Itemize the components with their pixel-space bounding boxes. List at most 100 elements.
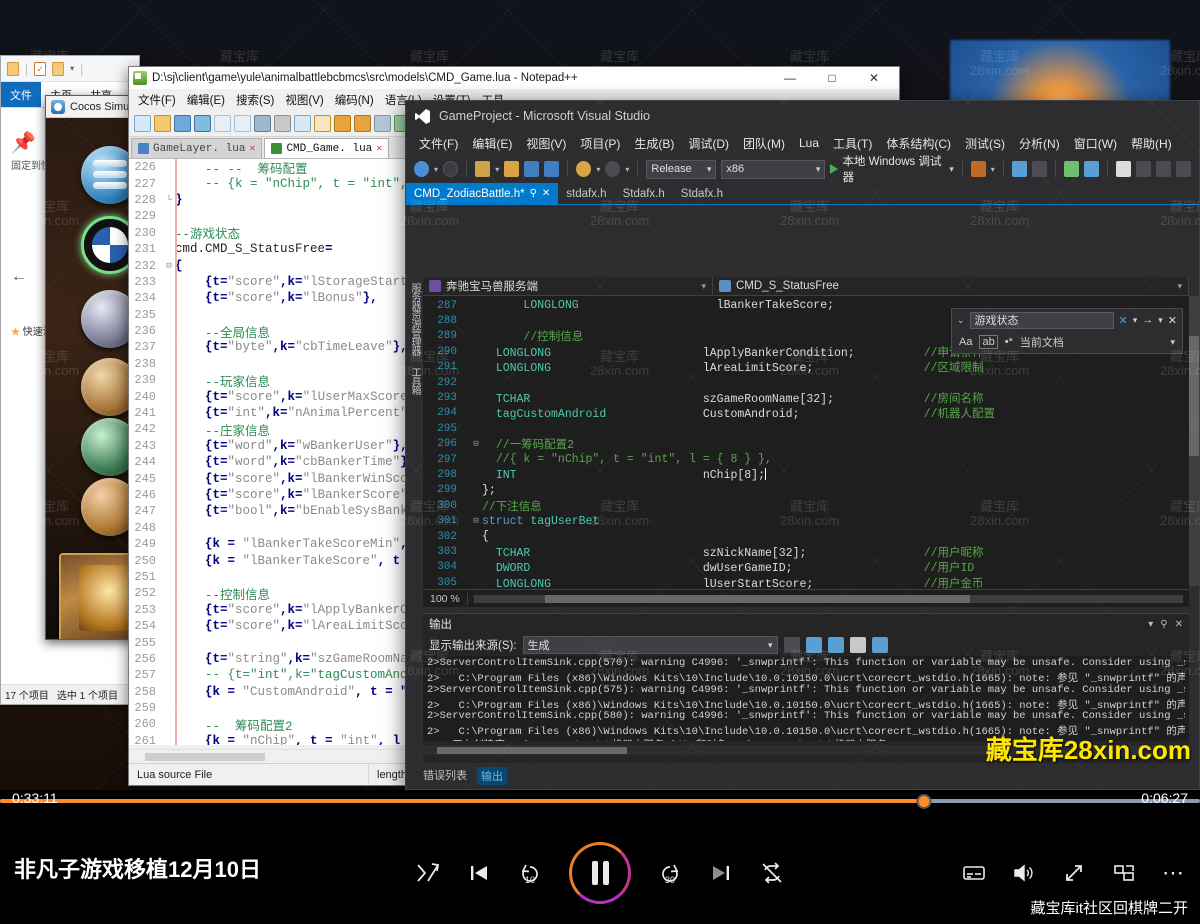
save-all-icon[interactable] bbox=[544, 161, 560, 177]
fullscreen-icon[interactable] bbox=[1062, 861, 1086, 885]
chevron-down-icon[interactable]: ▾ bbox=[1158, 315, 1163, 326]
code-line[interactable]: 299}; bbox=[423, 483, 1189, 498]
fold-marker[interactable]: ⊟ bbox=[163, 261, 175, 271]
clear-output-icon[interactable] bbox=[849, 637, 866, 653]
code-line[interactable]: 302 { bbox=[423, 529, 1189, 544]
step-into-icon[interactable] bbox=[1011, 161, 1027, 177]
comment-icon[interactable] bbox=[1083, 161, 1099, 177]
find-next-icon[interactable]: → bbox=[1142, 314, 1153, 326]
server-explorer-tab[interactable]: 服务器资源管理器 bbox=[406, 277, 422, 361]
chevron-down-icon[interactable]: ▾ bbox=[434, 165, 438, 174]
close-find-icon[interactable]: ✕ bbox=[1168, 314, 1177, 327]
toggle-word-wrap-icon[interactable] bbox=[871, 637, 888, 653]
new-file-icon[interactable] bbox=[134, 115, 151, 132]
notepadpp-title-bar[interactable]: D:\sj\client\game\yule\animalbattlebcbmc… bbox=[129, 67, 899, 89]
find-input[interactable]: 游戏状态 bbox=[969, 311, 1114, 329]
code-line[interactable]: 297 //{ k = "nChip", t = "int", l = { 8 … bbox=[423, 452, 1189, 467]
subtitles-icon[interactable] bbox=[962, 861, 986, 885]
solution-configuration-select[interactable]: Release ▾ bbox=[646, 159, 717, 179]
forward-30-icon[interactable]: 30 bbox=[657, 860, 683, 886]
vs-menu-view[interactable]: 视图(V) bbox=[519, 132, 573, 155]
vs-menu-lua[interactable]: Lua bbox=[792, 133, 826, 153]
find-scope[interactable]: 当前文档 bbox=[1020, 334, 1064, 350]
menu-search[interactable]: 搜索(S) bbox=[231, 89, 279, 111]
vs-menu-team[interactable]: 团队(M) bbox=[736, 132, 792, 155]
clear-search-icon[interactable]: ✕ bbox=[1119, 314, 1128, 327]
quick-find-widget[interactable]: ⌄ 游戏状态 ✕ ▾ → ▾ ✕ Aa ab •* 当前文档 ▾ bbox=[951, 308, 1183, 354]
tab-close-icon[interactable]: ✕ bbox=[249, 143, 255, 155]
minimize-button[interactable]: — bbox=[769, 67, 811, 89]
vs-left-tool-rail[interactable]: 服务器资源管理器 工具箱 bbox=[406, 277, 422, 789]
find-icon[interactable] bbox=[374, 115, 391, 132]
editor-horizontal-scrollbar[interactable] bbox=[473, 594, 1183, 603]
code-line[interactable]: 298 INT nChip[8]; bbox=[423, 467, 1189, 482]
open-file-icon[interactable] bbox=[154, 115, 171, 132]
go-to-previous-icon[interactable] bbox=[805, 637, 822, 653]
vs-document-tabs[interactable]: CMD_ZodiacBattle.h* ⚲ ✕ stdafx.h Stdafx.… bbox=[406, 183, 1199, 205]
code-line[interactable]: 293 TCHAR szGameRoomName[32]; //房间名称 bbox=[423, 390, 1189, 406]
print-icon[interactable] bbox=[254, 115, 271, 132]
vs-menu-help[interactable]: 帮助(H) bbox=[1124, 132, 1179, 155]
fold-marker[interactable]: └ bbox=[163, 195, 175, 205]
fold-marker[interactable]: ⊟ bbox=[470, 439, 482, 449]
maximize-button[interactable]: □ bbox=[811, 67, 853, 89]
vs-title-bar[interactable]: GameProject - Microsoft Visual Studio bbox=[406, 101, 1199, 131]
tab-stdafx-h-3[interactable]: Stdafx.h bbox=[673, 183, 731, 204]
match-whole-word-icon[interactable]: ab bbox=[979, 335, 998, 349]
match-case-icon[interactable]: Aa bbox=[959, 336, 972, 348]
editor-vertical-scrollbar[interactable] bbox=[1189, 296, 1199, 586]
new-project-icon[interactable] bbox=[475, 161, 491, 177]
vs-standard-toolbar[interactable]: ▾ ▾ ▾ ▾ Release ▾ x86 ▾ 本地 Windows 调试器 ▾… bbox=[406, 155, 1199, 184]
editor-zoom-level[interactable]: 100 % bbox=[423, 592, 468, 605]
back-arrow-icon[interactable]: ← bbox=[11, 268, 27, 286]
editor-navigation-bar[interactable]: 奔驰宝马兽服务端 ▾ CMD_S_StatusFree ▾ bbox=[423, 277, 1189, 296]
previous-track-icon[interactable] bbox=[467, 861, 491, 885]
chevron-down-icon[interactable]: ▾ bbox=[596, 165, 600, 174]
open-file-icon[interactable] bbox=[504, 161, 520, 177]
save-icon[interactable] bbox=[524, 161, 540, 177]
navigate-forward-icon[interactable] bbox=[443, 161, 459, 177]
vs-menu-analyze[interactable]: 分析(N) bbox=[1012, 132, 1067, 155]
redo-icon[interactable] bbox=[354, 115, 371, 132]
picture-in-picture-icon[interactable] bbox=[1112, 861, 1136, 885]
find-row[interactable]: ⌄ 游戏状态 ✕ ▾ → ▾ ✕ bbox=[952, 309, 1182, 331]
output-source-select[interactable]: 生成 ▾ bbox=[522, 636, 778, 654]
prev-bookmark-icon[interactable] bbox=[1135, 161, 1151, 177]
clear-bookmarks-icon[interactable] bbox=[1175, 161, 1191, 177]
code-line[interactable]: 292 bbox=[423, 375, 1189, 390]
shuffle-icon[interactable] bbox=[415, 860, 441, 886]
paste-icon[interactable] bbox=[314, 115, 331, 132]
vs-menu-tools[interactable]: 工具(T) bbox=[826, 132, 879, 155]
chevron-down-icon[interactable]: ▾ bbox=[1133, 315, 1138, 326]
save-all-icon[interactable] bbox=[194, 115, 211, 132]
output-panel-header[interactable]: 输出 ▾ ⚲ ✕ bbox=[423, 614, 1189, 634]
chevron-down-icon[interactable]: ▾ bbox=[625, 165, 629, 174]
code-line[interactable]: 303 TCHAR szNickName[32]; //用户昵称 bbox=[423, 544, 1189, 560]
vs-menu-window[interactable]: 窗口(W) bbox=[1067, 132, 1124, 155]
chevron-down-icon[interactable]: ▾ bbox=[1148, 619, 1153, 630]
project-selector[interactable]: 奔驰宝马兽服务端 ▾ bbox=[423, 277, 713, 295]
code-line[interactable]: 300 //下注信息 bbox=[423, 498, 1189, 514]
properties-icon[interactable]: ✓ bbox=[34, 61, 47, 76]
tab-stdafx-h-2[interactable]: Stdafx.h bbox=[615, 183, 673, 204]
tab-error-list[interactable]: 错误列表 bbox=[423, 767, 467, 785]
find-message-icon[interactable] bbox=[783, 637, 800, 653]
tab-close-icon[interactable]: ✕ bbox=[376, 143, 382, 155]
code-line[interactable]: 295 bbox=[423, 421, 1189, 436]
ribbon-tab-file[interactable]: 文件 bbox=[1, 82, 41, 107]
menu-file[interactable]: 文件(F) bbox=[133, 89, 181, 111]
chevron-down-icon[interactable]: ▾ bbox=[495, 165, 499, 174]
folder-icon[interactable] bbox=[7, 61, 19, 76]
pin-icon[interactable]: ⚲ bbox=[1160, 619, 1167, 630]
tab-cmd-game-lua[interactable]: CMD_Game. lua ✕ bbox=[264, 138, 390, 158]
toolbox-tab[interactable]: 工具箱 bbox=[406, 361, 422, 400]
video-frame[interactable]: | ✓ ▾ | 文件 主页 共享 📌 固定到快速访问 ← ★ 快速访问 bbox=[0, 0, 1200, 790]
chevron-down-icon[interactable]: ▾ bbox=[70, 64, 74, 73]
step-over-icon[interactable] bbox=[1031, 161, 1047, 177]
next-bookmark-icon[interactable] bbox=[1155, 161, 1171, 177]
vs-menu-architecture[interactable]: 体系结构(C) bbox=[879, 132, 958, 155]
attach-process-icon[interactable] bbox=[970, 161, 986, 177]
output-panel-tools[interactable]: ▾ ⚲ ✕ bbox=[1148, 619, 1183, 630]
vs-menu-file[interactable]: 文件(F) bbox=[412, 132, 465, 155]
copy-icon[interactable] bbox=[294, 115, 311, 132]
